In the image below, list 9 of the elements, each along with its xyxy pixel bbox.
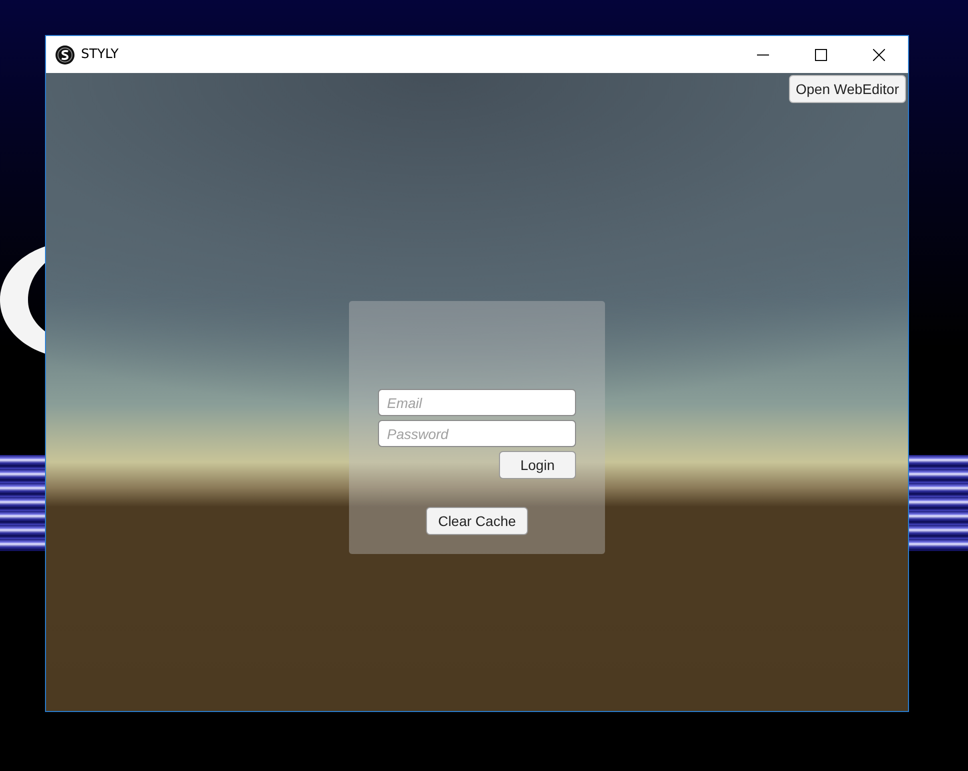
clear-cache-button[interactable]: Clear Cache: [426, 507, 528, 535]
close-icon: [873, 48, 885, 60]
maximize-icon: [815, 48, 827, 60]
email-field[interactable]: Email: [378, 389, 576, 416]
login-button[interactable]: Login: [499, 451, 576, 479]
password-field[interactable]: Password: [378, 420, 576, 447]
window-title: STYLY: [81, 47, 119, 62]
open-web-editor-button[interactable]: Open WebEditor: [788, 75, 906, 103]
app-logo-icon: [55, 44, 75, 64]
